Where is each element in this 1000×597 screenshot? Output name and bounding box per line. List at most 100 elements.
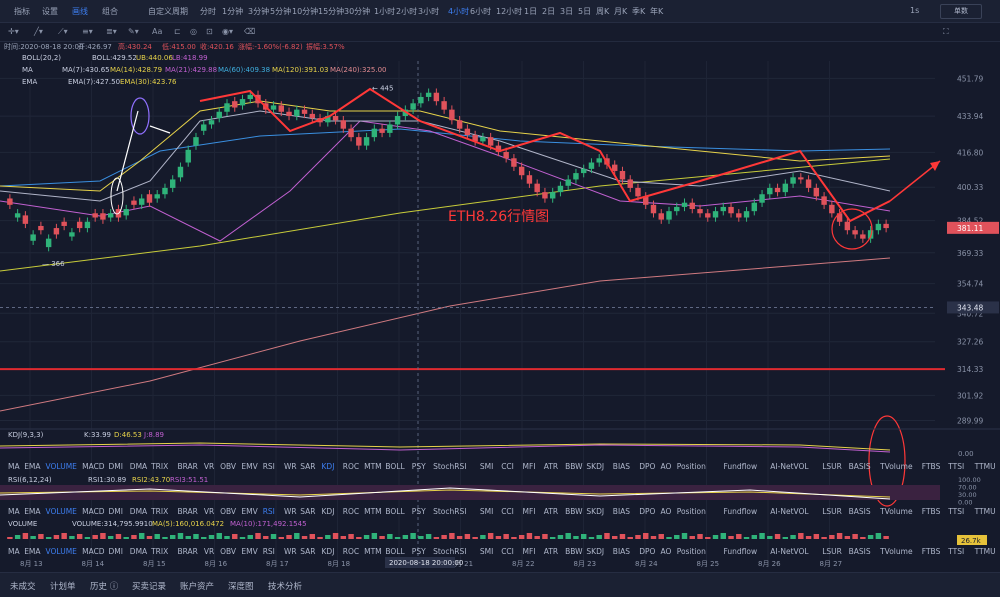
indicator-tab-2-17[interactable]: BOLL xyxy=(385,507,405,516)
indicator-tab-2-12[interactable]: WR xyxy=(284,507,297,516)
indicator-tab-1-8[interactable]: VR xyxy=(204,462,214,471)
indicator-tab-2-19[interactable]: StochRSI xyxy=(433,507,466,516)
indicator-tab-2-5[interactable]: DMA xyxy=(130,507,148,516)
indicator-tab-3-15[interactable]: ROC xyxy=(343,547,359,556)
toolbar-item-17[interactable]: 12小时 xyxy=(496,6,522,17)
indicator-tab-2-8[interactable]: VR xyxy=(204,507,214,516)
indicator-tab-2-16[interactable]: MTM xyxy=(364,507,382,516)
indicator-tab-1-36[interactable]: TTSI xyxy=(947,462,964,471)
indicator-tab-2-34[interactable]: TVolume xyxy=(879,507,913,516)
indicator-tab-3-0[interactable]: MA xyxy=(8,547,20,556)
indicator-tab-2-25[interactable]: SKDJ xyxy=(586,507,604,516)
indicator-tab-2-13[interactable]: SAR xyxy=(300,507,315,516)
indicator-tab-2-4[interactable]: DMI xyxy=(109,507,123,516)
indicator-tab-2-15[interactable]: ROC xyxy=(343,507,359,516)
indicator-tab-1-10[interactable]: EMV xyxy=(241,462,258,471)
toolbar-item-23[interactable]: 月K xyxy=(614,6,627,17)
indicator-tab-1-32[interactable]: LSUR xyxy=(822,462,842,471)
indicator-tab-3-29[interactable]: Position xyxy=(677,547,706,556)
indicator-tab-1-9[interactable]: OBV xyxy=(220,462,237,471)
indicator-tab-1-27[interactable]: DPO xyxy=(639,462,655,471)
indicator-tab-1-18[interactable]: PSY xyxy=(412,462,426,471)
toolbar-item-19[interactable]: 2日 xyxy=(542,6,555,17)
indicator-tab-2-18[interactable]: PSY xyxy=(412,507,426,516)
indicator-tab-1-12[interactable]: WR xyxy=(284,462,297,471)
indicator-tab-3-28[interactable]: AO xyxy=(661,547,672,556)
indicator-tab-2-6[interactable]: TRIX xyxy=(150,507,168,516)
ray-tool-icon[interactable]: ⟋▾ xyxy=(58,27,68,37)
toolbar-item-1[interactable]: 设置 xyxy=(42,6,58,17)
toolbar-item-22[interactable]: 周K xyxy=(596,6,609,17)
toolbar-item-10[interactable]: 15分钟 xyxy=(318,6,344,17)
toolbar-item-4[interactable]: 自定义周期 xyxy=(148,6,188,17)
toolbar-item-3[interactable]: 组合 xyxy=(102,6,118,17)
indicator-tab-2-0[interactable]: MA xyxy=(8,507,20,516)
indicator-tab-1-24[interactable]: BBW xyxy=(565,462,583,471)
magnet-icon[interactable]: ◎ xyxy=(190,27,197,36)
toolbar-item-8[interactable]: 5分钟 xyxy=(270,6,291,17)
fib-tool-icon[interactable]: ≣▾ xyxy=(106,27,117,36)
indicator-tab-3-22[interactable]: MFI xyxy=(523,547,536,556)
indicator-tab-2-30[interactable]: Fundflow xyxy=(724,507,758,516)
indicator-tab-1-37[interactable]: TTMU xyxy=(974,462,996,471)
indicator-tab-3-26[interactable]: BIAS xyxy=(613,547,630,556)
text-tool-icon[interactable]: Aa xyxy=(152,27,162,36)
indicator-tab-3-1[interactable]: EMA xyxy=(24,547,41,556)
toolbar-item-12[interactable]: 1小时 xyxy=(374,6,395,17)
kline-chart[interactable]: 451.79433.94416.80400.33384.52369.33354.… xyxy=(0,41,1000,571)
tab-plan-orders[interactable]: 计划单 xyxy=(50,580,76,592)
indicator-tab-1-0[interactable]: MA xyxy=(8,462,20,471)
indicator-tab-1-19[interactable]: StochRSI xyxy=(433,462,466,471)
indicator-tab-1-25[interactable]: SKDJ xyxy=(586,462,604,471)
toolbar-item-5[interactable]: 分时 xyxy=(200,6,216,17)
indicator-tab-2-36[interactable]: TTSI xyxy=(947,507,964,516)
indicator-tab-3-13[interactable]: SAR xyxy=(300,547,315,556)
indicator-tab-2-26[interactable]: BIAS xyxy=(613,507,630,516)
indicator-tab-3-2[interactable]: VOLUME xyxy=(46,547,78,556)
indicator-tab-3-27[interactable]: DPO xyxy=(639,547,655,556)
indicator-tab-1-7[interactable]: BRAR xyxy=(178,462,198,471)
toolbar-item-16[interactable]: 6小时 xyxy=(470,6,491,17)
indicator-tab-2-21[interactable]: CCI xyxy=(501,507,514,516)
fullscreen-icon[interactable]: ⛶ xyxy=(943,27,949,37)
indicator-tab-1-34[interactable]: TVolume xyxy=(879,462,913,471)
indicator-tab-1-26[interactable]: BIAS xyxy=(613,462,630,471)
indicator-tab-2-32[interactable]: LSUR xyxy=(822,507,842,516)
indicator-tab-1-33[interactable]: BASIS xyxy=(849,462,871,471)
indicator-tab-2-14[interactable]: KDJ xyxy=(322,507,335,516)
tab-depth[interactable]: 深度图 xyxy=(228,580,254,592)
indicator-tab-3-10[interactable]: EMV xyxy=(241,547,258,556)
indicator-tab-1-22[interactable]: MFI xyxy=(523,462,536,471)
lock-icon[interactable]: ⊡ xyxy=(206,27,213,36)
interval-label[interactable]: 1s xyxy=(910,6,919,15)
indicator-tab-2-2[interactable]: VOLUME xyxy=(46,507,78,516)
indicator-tab-3-18[interactable]: PSY xyxy=(412,547,426,556)
indicator-tab-3-21[interactable]: CCI xyxy=(501,547,514,556)
tab-history[interactable]: 历史 ⓘ xyxy=(90,580,118,592)
indicator-tab-1-35[interactable]: FTBS xyxy=(922,462,941,471)
indicator-tab-1-17[interactable]: BOLL xyxy=(385,462,405,471)
toolbar-item-15[interactable]: 4小时 xyxy=(448,6,469,17)
channel-tool-icon[interactable]: ≡▾ xyxy=(82,27,93,36)
trash-icon[interactable]: ⌫ xyxy=(244,27,255,36)
toolbar-item-20[interactable]: 3日 xyxy=(560,6,573,17)
eye-icon[interactable]: ◉▾ xyxy=(222,27,233,36)
indicator-tab-1-5[interactable]: DMA xyxy=(130,462,148,471)
indicator-tab-2-7[interactable]: BRAR xyxy=(178,507,198,516)
toolbar-item-13[interactable]: 2小时 xyxy=(396,6,417,17)
indicator-tab-2-23[interactable]: ATR xyxy=(544,507,558,516)
indicator-tab-2-35[interactable]: FTBS xyxy=(922,507,941,516)
tab-trades[interactable]: 买卖记录 xyxy=(132,580,166,592)
toolbar-item-7[interactable]: 3分钟 xyxy=(248,6,269,17)
indicator-tab-1-31[interactable]: AI-NetVOL xyxy=(770,462,809,471)
indicator-tab-1-20[interactable]: SMI xyxy=(480,462,493,471)
indicator-tab-3-23[interactable]: ATR xyxy=(544,547,558,556)
indicator-tab-3-6[interactable]: TRIX xyxy=(150,547,168,556)
indicator-tab-3-4[interactable]: DMI xyxy=(109,547,123,556)
indicator-tab-1-3[interactable]: MACD xyxy=(82,462,105,471)
indicator-tab-3-35[interactable]: FTBS xyxy=(922,547,941,556)
indicator-tab-3-3[interactable]: MACD xyxy=(82,547,105,556)
toolbar-item-2[interactable]: 画线 xyxy=(72,6,88,17)
indicator-tab-3-36[interactable]: TTSI xyxy=(947,547,964,556)
line-tool-icon[interactable]: ╱▾ xyxy=(34,27,43,36)
